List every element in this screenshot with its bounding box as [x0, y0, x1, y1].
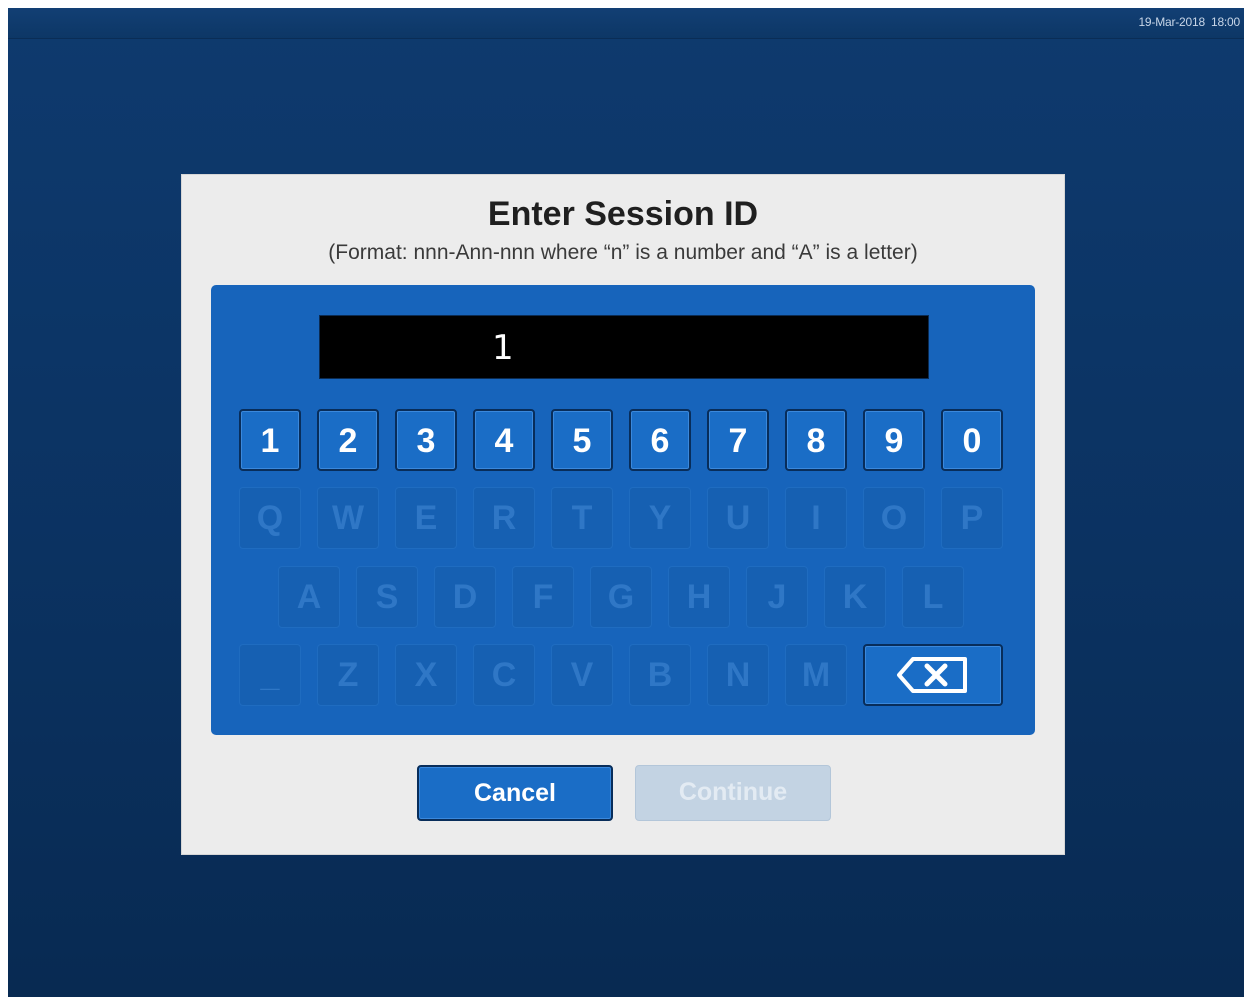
time-text: 18:00 [1210, 15, 1240, 29]
key-7[interactable]: 7 [707, 409, 769, 471]
key-8[interactable]: 8 [785, 409, 847, 471]
key-m[interactable]: M [785, 644, 847, 706]
key-w[interactable]: W [317, 487, 379, 549]
cancel-button[interactable]: Cancel [417, 765, 613, 821]
key-b[interactable]: B [629, 644, 691, 706]
key-d[interactable]: D [434, 566, 496, 628]
session-id-input[interactable]: 1 [319, 315, 929, 379]
key-underscore[interactable]: _ [239, 644, 301, 706]
key-u[interactable]: U [707, 487, 769, 549]
input-value: 1 [492, 328, 514, 368]
key-x[interactable]: X [395, 644, 457, 706]
backspace-button[interactable] [863, 644, 1003, 706]
key-5[interactable]: 5 [551, 409, 613, 471]
backspace-icon [897, 657, 967, 693]
key-p[interactable]: P [941, 487, 1003, 549]
key-f[interactable]: F [512, 566, 574, 628]
key-v[interactable]: V [551, 644, 613, 706]
key-3[interactable]: 3 [395, 409, 457, 471]
key-y[interactable]: Y [629, 487, 691, 549]
key-4[interactable]: 4 [473, 409, 535, 471]
key-a[interactable]: A [278, 566, 340, 628]
key-n[interactable]: N [707, 644, 769, 706]
session-id-dialog: Enter Session ID (Format: nnn-Ann-nnn wh… [181, 174, 1065, 855]
continue-button[interactable]: Continue [635, 765, 831, 821]
key-9[interactable]: 9 [863, 409, 925, 471]
keypad-panel: 1 1 2 3 4 5 6 7 8 9 0 Q W E R T Y U I O P A S D F G H J K L _ Z X C V B N M [211, 285, 1035, 735]
key-t[interactable]: T [551, 487, 613, 549]
key-l[interactable]: L [902, 566, 964, 628]
key-i[interactable]: I [785, 487, 847, 549]
key-h[interactable]: H [668, 566, 730, 628]
status-bar: 19-Mar-2018 18:00 [8, 8, 1244, 39]
key-0[interactable]: 0 [941, 409, 1003, 471]
key-j[interactable]: J [746, 566, 808, 628]
dialog-title: Enter Session ID [487, 195, 759, 233]
key-1[interactable]: 1 [239, 409, 301, 471]
key-e[interactable]: E [395, 487, 457, 549]
key-r[interactable]: R [473, 487, 535, 549]
key-o[interactable]: O [863, 487, 925, 549]
key-2[interactable]: 2 [317, 409, 379, 471]
key-q[interactable]: Q [239, 487, 301, 549]
format-hint: (Format: nnn-Ann-nnn where “n” is a numb… [328, 241, 918, 264]
key-k[interactable]: K [824, 566, 886, 628]
key-s[interactable]: S [356, 566, 418, 628]
key-g[interactable]: G [590, 566, 652, 628]
key-c[interactable]: C [473, 644, 535, 706]
date-text: 19-Mar-2018 [1138, 15, 1205, 29]
key-6[interactable]: 6 [629, 409, 691, 471]
clock: 19-Mar-2018 18:00 [1132, 15, 1240, 29]
key-z[interactable]: Z [317, 644, 379, 706]
